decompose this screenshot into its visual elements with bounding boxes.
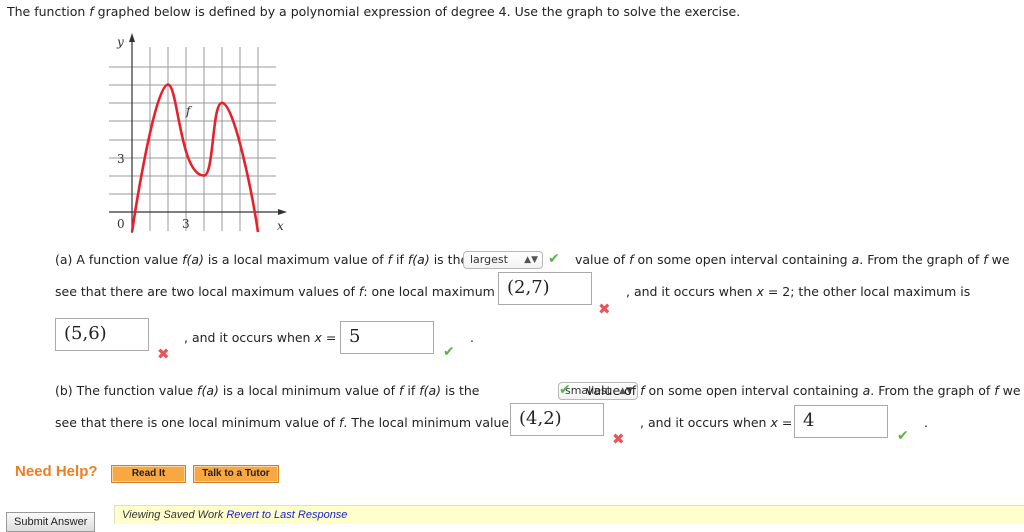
- y-tick-label: 3: [117, 152, 125, 166]
- curve-label: f: [185, 104, 193, 118]
- check-icon: ✔: [559, 382, 571, 398]
- part-b-line1: (b) The function value f(a) is a local m…: [55, 383, 480, 398]
- check-icon: ✔: [897, 428, 909, 444]
- saved-work-bar: Viewing Saved Work Revert to Last Respon…: [114, 505, 1024, 524]
- part-b-line1-end: value of f on some open interval contain…: [586, 383, 1021, 398]
- y-axis-arrow: [129, 33, 135, 42]
- text: is the: [441, 383, 480, 398]
- x: x: [756, 284, 764, 299]
- submit-answer-button[interactable]: Submit Answer: [6, 512, 96, 532]
- answer-local-max-2-x[interactable]: 5: [340, 321, 434, 354]
- fa: f(a): [407, 252, 430, 267]
- read-it-button[interactable]: Read It: [111, 465, 186, 483]
- text: , and it occurs when: [626, 284, 757, 299]
- text: if: [403, 383, 420, 398]
- period: .: [924, 415, 928, 430]
- intro-text: The function: [7, 4, 90, 19]
- cross-icon: ✖: [612, 430, 625, 448]
- part-b-line2: see that there is one local minimum valu…: [55, 415, 523, 430]
- cross-icon: ✖: [157, 345, 170, 363]
- x: x: [770, 415, 778, 430]
- origin-label: 0: [117, 217, 125, 231]
- text: if: [392, 252, 408, 267]
- select-value: largest: [470, 253, 508, 266]
- text: we: [998, 383, 1021, 398]
- x-axis-label: x: [277, 219, 284, 233]
- answer-local-max-2[interactable]: (5,6): [55, 318, 149, 351]
- cross-icon: ✖: [598, 300, 611, 318]
- text: on some open interval containing: [633, 252, 852, 267]
- x-axis-arrow: [278, 209, 287, 215]
- text: . From the graph of: [870, 383, 995, 398]
- part-a-line1: (a) A function value f(a) is a local max…: [55, 252, 468, 267]
- answer-local-max-1[interactable]: (2,7): [498, 272, 592, 305]
- text: (b) The function value: [55, 383, 198, 398]
- part-b-occurs-text: , and it occurs when x =: [640, 415, 792, 430]
- text: =: [777, 415, 793, 430]
- text: value of: [575, 252, 630, 267]
- polynomial-graph: y x 3 3 0 f: [109, 33, 287, 233]
- talk-to-tutor-button[interactable]: Talk to a Tutor: [193, 465, 279, 483]
- period: .: [470, 330, 474, 345]
- check-icon: ✔: [443, 344, 455, 360]
- part-a-line2: see that there are two local maximum val…: [55, 284, 509, 299]
- part-a-occurs-text: , and it occurs when x = 2; the other lo…: [626, 284, 970, 299]
- y-axis-label: y: [116, 35, 124, 49]
- text: , and it occurs when: [640, 415, 771, 430]
- need-help-label: Need Help?: [15, 463, 98, 480]
- text: , and it occurs when: [184, 330, 315, 345]
- text: = 2; the other local maximum is: [763, 284, 971, 299]
- x: x: [314, 330, 322, 345]
- x-tick-label: 3: [182, 217, 190, 231]
- part-a-occurs-text-2: , and it occurs when x =: [184, 330, 336, 345]
- select-arrows-icon: ▲▼: [524, 255, 538, 265]
- text: we: [987, 252, 1010, 267]
- intro-text-end: graphed below is defined by a polynomial…: [93, 4, 741, 19]
- text: : one local maximum is: [363, 284, 509, 299]
- answer-local-min[interactable]: (4,2): [510, 403, 604, 436]
- text: is a local maximum value of: [203, 252, 388, 267]
- viewing-saved-text: Viewing Saved Work: [122, 509, 227, 521]
- fa: f(a): [182, 252, 204, 267]
- answer-local-min-x[interactable]: 4: [794, 405, 888, 438]
- grid: [109, 47, 276, 231]
- text: . The local minimum value is: [343, 415, 524, 430]
- fa: f(a): [419, 383, 442, 398]
- text: see that there is one local minimum valu…: [55, 415, 339, 430]
- text: see that there are two local maximum val…: [55, 284, 359, 299]
- text: (a) A function value: [55, 252, 183, 267]
- text: =: [321, 330, 337, 345]
- text: value of: [586, 383, 641, 398]
- part-a-line1-end: value of f on some open interval contain…: [575, 252, 1010, 267]
- fa: f(a): [197, 383, 219, 398]
- part-a-select[interactable]: largest ▲▼: [463, 251, 543, 269]
- text: on some open interval containing: [644, 383, 863, 398]
- text: is a local minimum value of: [218, 383, 399, 398]
- text: . From the graph of: [859, 252, 984, 267]
- check-icon: ✔: [548, 251, 560, 267]
- instructions: The function f graphed below is defined …: [7, 4, 740, 19]
- revert-link[interactable]: Revert to Last Response: [226, 509, 347, 521]
